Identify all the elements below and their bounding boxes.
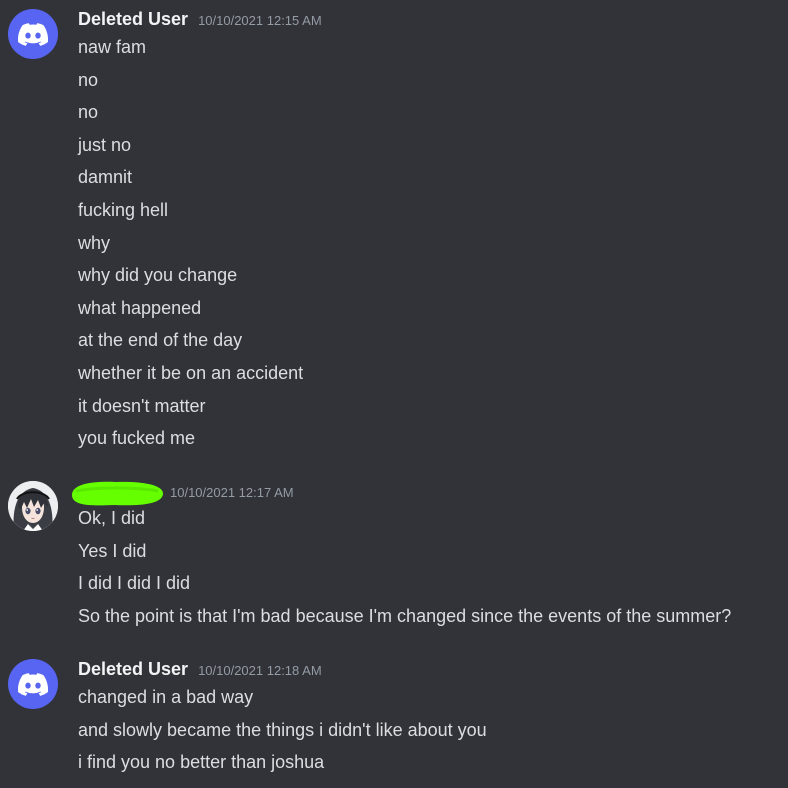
message-text: no xyxy=(78,69,99,90)
message-text: why did you change xyxy=(78,265,238,286)
avatar[interactable] xyxy=(8,481,58,531)
message-header: Deleted User 10/10/2021 12:18 AM xyxy=(78,657,322,681)
message-text: changed in a bad way xyxy=(78,687,254,707)
message-text: no xyxy=(78,102,99,123)
message-text: naw fam xyxy=(78,37,147,57)
message-list: naw fam no no just no damnit fucking hel… xyxy=(78,31,303,455)
message-list: changed in a bad way and slowly became t… xyxy=(78,681,487,779)
message-header: Deleted User 10/10/2021 12:15 AM xyxy=(78,7,322,31)
username[interactable]: Deleted User xyxy=(78,7,188,31)
message-text: fucking hell xyxy=(78,199,169,220)
avatar[interactable] xyxy=(8,659,58,709)
message-text: at the end of the day xyxy=(78,330,243,351)
message-text: what happened xyxy=(78,297,202,318)
message-text: So the point is that I'm bad because I'm… xyxy=(78,605,732,626)
message-text: Yes I did xyxy=(78,540,147,561)
message-text: and slowly became the things i didn't li… xyxy=(78,719,487,740)
message-text: I did I did I did xyxy=(78,573,191,594)
message-text: damnit xyxy=(78,167,133,188)
discord-logo-icon xyxy=(18,22,48,46)
avatar[interactable] xyxy=(8,9,58,59)
message-text: whether it be on an accident xyxy=(78,362,304,383)
message-list: Ok, I did Yes I did I did I did I did So… xyxy=(78,502,731,632)
anime-character-avatar-icon xyxy=(8,481,58,531)
message-text: why xyxy=(78,232,111,253)
username[interactable]: Deleted User xyxy=(78,657,188,681)
message-text: i find you no better than joshua xyxy=(78,752,325,773)
message-text: just no xyxy=(78,134,132,155)
message-text: it doesn't matter xyxy=(78,395,206,416)
message-text: you fucked me xyxy=(78,428,196,449)
timestamp[interactable]: 10/10/2021 12:15 AM xyxy=(198,9,322,33)
message-text: Ok, I did xyxy=(78,508,146,528)
discord-logo-icon xyxy=(18,672,48,696)
timestamp[interactable]: 10/10/2021 12:18 AM xyxy=(198,659,322,683)
